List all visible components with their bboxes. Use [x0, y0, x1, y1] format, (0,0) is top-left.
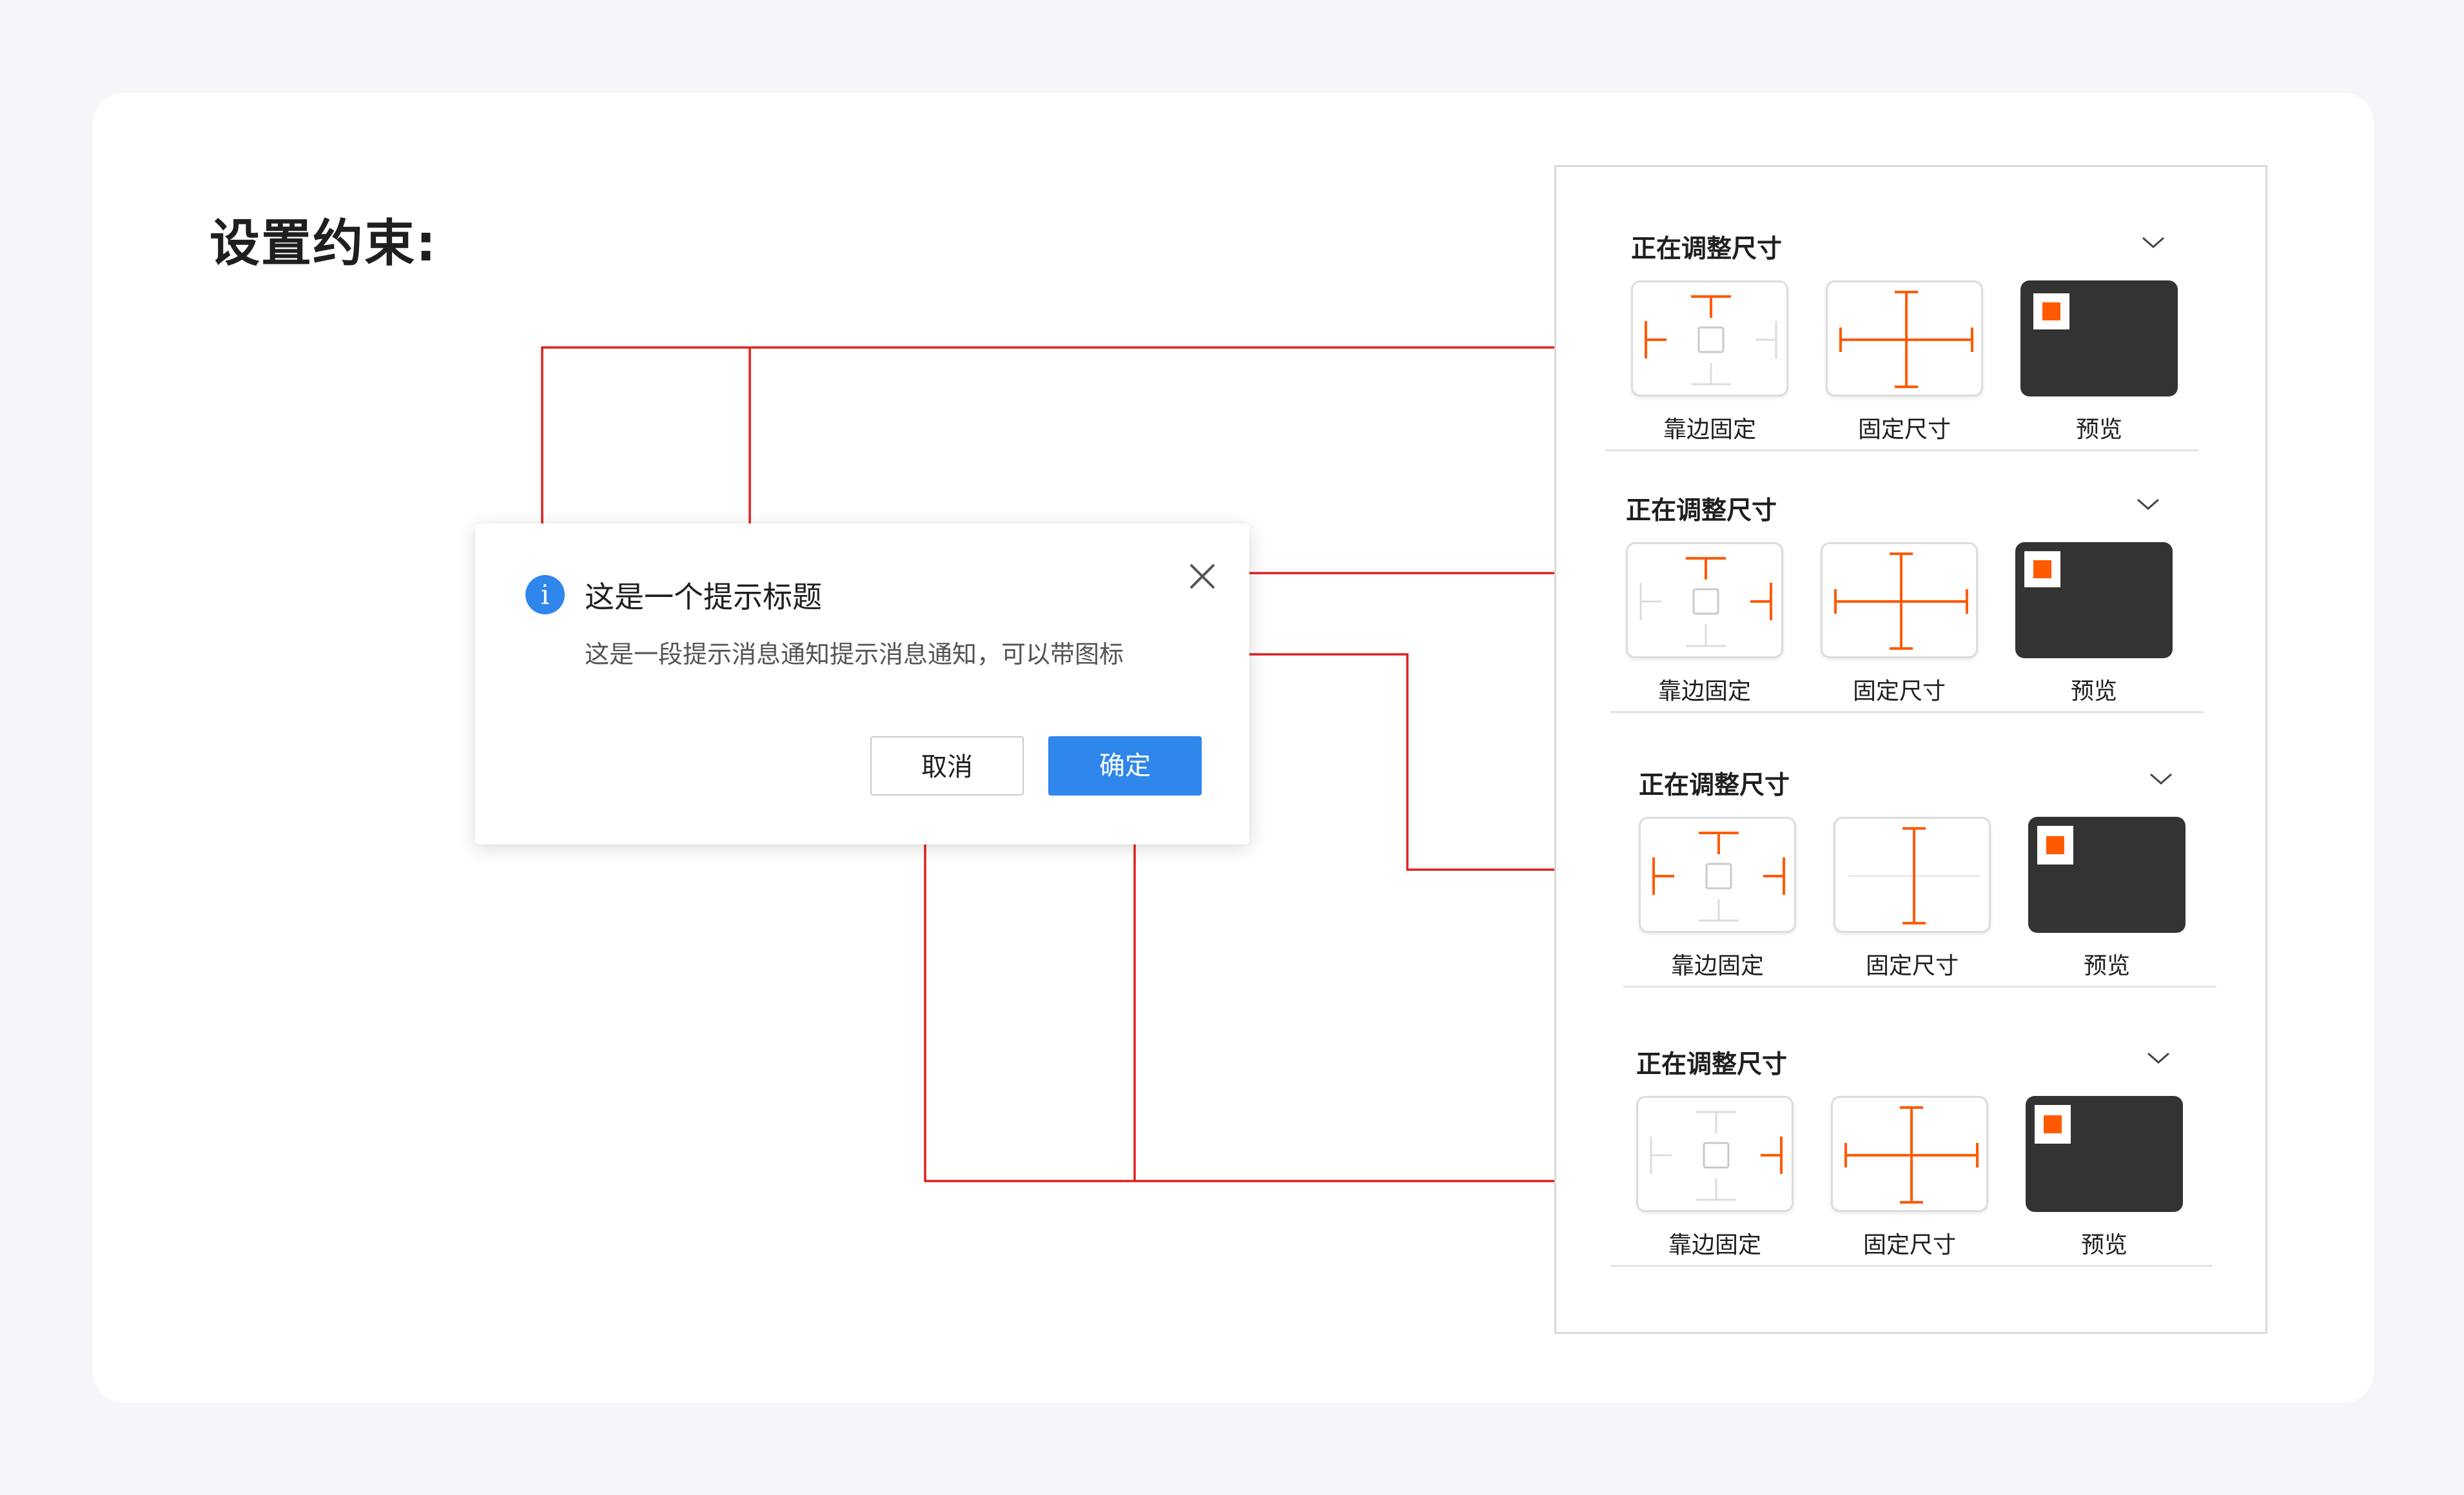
fixed-size-icon	[1839, 291, 1973, 388]
edge-pin-icon	[1645, 295, 1777, 386]
tile-label: 预览	[2075, 416, 2122, 443]
tile-label: 靠边固定	[1657, 678, 1751, 705]
tile-label: 固定尺寸	[1863, 1232, 1956, 1258]
fixed-size-tile[interactable]	[1826, 280, 1983, 396]
divider	[1623, 986, 2216, 988]
tile-label: 预览	[2083, 953, 2130, 979]
tile-label: 靠边固定	[1670, 953, 1764, 979]
section-title: 正在调整尺寸	[1636, 1050, 1788, 1079]
tile-label: 靠边固定	[1668, 1232, 1761, 1258]
fixed-size-tile[interactable]	[1833, 817, 1991, 933]
preview-tile[interactable]	[2015, 542, 2173, 658]
dialog-title: 这是一个提示标题	[585, 580, 822, 614]
tile-label: 预览	[2070, 678, 2117, 705]
constraint-panel: 正在调整尺寸 靠边固定 固定尺寸 预览 正在调整尺寸 靠边固定 固定尺寸 预览 …	[1554, 165, 2267, 1334]
fixed-size-icon	[1834, 552, 1968, 650]
chevron-down-icon[interactable]	[2140, 233, 2166, 252]
edge-pin-tile[interactable]	[1631, 280, 1788, 396]
preview-icon	[2033, 293, 2069, 329]
chevron-down-icon[interactable]	[2135, 494, 2161, 514]
tile-label: 靠边固定	[1663, 416, 1756, 443]
close-icon[interactable]	[1183, 557, 1222, 596]
fixed-size-icon	[1848, 827, 1980, 924]
chevron-down-icon[interactable]	[2146, 1048, 2171, 1068]
tile-label: 固定尺寸	[1865, 953, 1959, 979]
edge-pin-icon	[1639, 557, 1772, 647]
tile-label: 固定尺寸	[1857, 416, 1951, 443]
preview-icon	[2037, 826, 2073, 865]
edge-pin-tile[interactable]	[1636, 1096, 1794, 1212]
prompt-dialog: i 这是一个提示标题 这是一段提示消息通知提示消息通知，可以带图标 取消 确定	[475, 523, 1249, 845]
preview-tile[interactable]	[2020, 280, 2178, 396]
section-title: 正在调整尺寸	[1631, 235, 1783, 264]
tile-label: 预览	[2080, 1232, 2127, 1258]
dialog-message: 这是一段提示消息通知提示消息通知，可以带图标	[585, 640, 1124, 669]
edge-pin-tile[interactable]	[1639, 817, 1796, 933]
fixed-size-icon	[1844, 1106, 1979, 1204]
fixed-size-tile[interactable]	[1821, 542, 1978, 658]
fixed-size-tile[interactable]	[1831, 1096, 1988, 1212]
preview-tile[interactable]	[2026, 1096, 2183, 1212]
divider	[1610, 1265, 2213, 1267]
section-title: 正在调整尺寸	[1626, 496, 1777, 525]
preview-icon	[2024, 551, 2060, 587]
divider	[1605, 449, 2198, 451]
confirm-button[interactable]: 确定	[1048, 736, 1202, 796]
tile-label: 固定尺寸	[1852, 678, 1946, 705]
info-icon: i	[525, 575, 565, 614]
edge-pin-tile[interactable]	[1626, 542, 1783, 658]
preview-icon	[2035, 1105, 2071, 1144]
cancel-button[interactable]: 取消	[870, 736, 1024, 796]
page-heading: 设置约束:	[210, 215, 438, 273]
section-title: 正在调整尺寸	[1639, 771, 1790, 800]
edge-pin-icon	[1652, 832, 1785, 922]
edge-pin-icon	[1650, 1111, 1783, 1201]
preview-tile[interactable]	[2028, 817, 2185, 933]
divider	[1610, 711, 2204, 713]
chevron-down-icon[interactable]	[2148, 769, 2174, 788]
